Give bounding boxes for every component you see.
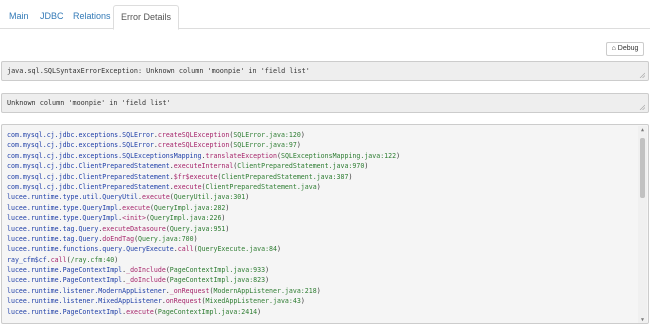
trace-class: lucee.runtime.type.QueryImpl: [7, 214, 119, 223]
trace-source: ClientPreparedStatement.java:970: [237, 162, 365, 171]
trace-source: QueryUtil.java:301: [173, 193, 246, 202]
trace-method: $fr$execute: [173, 172, 218, 181]
tab-bar: Main JDBC Relations Error Details: [0, 0, 650, 30]
trace-class: lucee.runtime.tag.Query: [7, 234, 99, 243]
trace-source: Query.java:700: [138, 234, 194, 243]
stack-trace-line: lucee.runtime.tag.Query.doEndTag(Query.j…: [7, 234, 198, 243]
trace-class: com.mysql.cj.jdbc.ClientPreparedStatemen…: [7, 182, 170, 191]
tab-main[interactable]: Main: [2, 5, 36, 29]
trace-source: /ray.cfm:40: [70, 255, 115, 264]
trace-source: ModernAppListener.java:218: [213, 286, 317, 295]
exception-message-field[interactable]: Unknown column 'moonpie' in 'field list': [1, 93, 649, 113]
trace-method: onRequest: [165, 297, 202, 306]
trace-method: execute: [122, 203, 150, 212]
tab-jdbc[interactable]: JDBC: [33, 5, 71, 29]
exception-type-field[interactable]: java.sql.SQLSyntaxErrorException: Unknow…: [1, 61, 649, 81]
trace-class: lucee.runtime.type.QueryImpl: [7, 203, 119, 212]
scroll-down-icon[interactable]: ▼: [638, 316, 647, 323]
trace-class: com.mysql.cj.jdbc.exceptions.SQLError: [7, 141, 154, 150]
resize-handle-icon[interactable]: [639, 104, 645, 110]
trace-class: lucee.runtime.tag.Query: [7, 224, 99, 233]
stack-trace-line: lucee.runtime.tag.Query.executeDatasoure…: [7, 224, 230, 233]
scroll-thumb[interactable]: [640, 138, 645, 198]
trace-method: _doInclude: [126, 266, 166, 275]
trace-method: executeInternal: [173, 162, 234, 171]
debug-button[interactable]: ⌂ Debug: [606, 42, 644, 56]
stack-trace-line: lucee.runtime.listener.ModernAppListener…: [7, 286, 321, 295]
trace-method: call: [50, 255, 67, 264]
trace-source: MixedAppListener.java:43: [205, 297, 301, 306]
trace-method: createSQLException: [157, 141, 230, 150]
trace-class: ray_cfm$cf: [7, 255, 47, 264]
trace-class: com.mysql.cj.jdbc.exceptions.SQLExceptio…: [7, 151, 202, 160]
trace-class: lucee.runtime.type.util.QueryUtil: [7, 193, 139, 202]
trace-method: call: [177, 245, 194, 254]
exception-message-text: Unknown column 'moonpie' in 'field list': [7, 99, 171, 107]
stack-trace-line: lucee.runtime.PageContextImpl._doInclude…: [7, 276, 270, 285]
stack-trace-line: com.mysql.cj.jdbc.exceptions.SQLError.cr…: [7, 141, 301, 150]
trace-method: execute: [173, 182, 202, 191]
trace-source: PageContextImpl.java:933: [169, 266, 266, 275]
trace-method: translateException: [205, 151, 277, 160]
trace-class: lucee.runtime.listener.ModernAppListener: [7, 286, 166, 295]
stack-trace-line: lucee.runtime.type.QueryImpl.execute(Que…: [7, 203, 230, 212]
stack-trace-line: com.mysql.cj.jdbc.ClientPreparedStatemen…: [7, 182, 321, 191]
trace-class: lucee.runtime.PageContextImpl: [7, 266, 123, 275]
trace-method: <init>: [122, 214, 146, 223]
trace-source: SQLExceptionsMapping.java:122: [280, 151, 397, 160]
tab-error-details[interactable]: Error Details: [113, 5, 180, 30]
stack-trace-line: com.mysql.cj.jdbc.ClientPreparedStatemen…: [7, 162, 369, 171]
trace-class: com.mysql.cj.jdbc.ClientPreparedStatemen…: [7, 162, 170, 171]
trace-source: QueryImpl.java:226: [149, 214, 222, 223]
stack-trace-line: lucee.runtime.PageContextImpl._doInclude…: [7, 266, 270, 275]
stack-trace-line: lucee.runtime.PageContextImpl.execute(Pa…: [7, 307, 262, 316]
stack-trace-field[interactable]: com.mysql.cj.jdbc.exceptions.SQLError.cr…: [1, 124, 649, 324]
stack-trace-line: com.mysql.cj.jdbc.exceptions.SQLExceptio…: [7, 151, 401, 160]
trace-source: ClientPreparedStatement.java:387: [221, 172, 349, 181]
stack-trace-line: com.mysql.cj.jdbc.exceptions.SQLError.cr…: [7, 131, 305, 139]
trace-class: lucee.runtime.PageContextImpl: [7, 276, 123, 285]
trace-source: SQLError.java:97: [233, 141, 297, 150]
trace-method: _onRequest: [169, 286, 210, 295]
scroll-up-icon[interactable]: ▲: [638, 126, 647, 134]
trace-class: com.mysql.cj.jdbc.ClientPreparedStatemen…: [7, 172, 170, 181]
trace-source: QueryExecute.java:84: [197, 245, 277, 254]
trace-method: createSQLException: [157, 131, 230, 139]
trace-method: execute: [142, 193, 170, 202]
trace-source: PageContextImpl.java:823: [169, 276, 266, 285]
stack-trace-line: lucee.runtime.functions.query.QueryExecu…: [7, 245, 281, 254]
trace-method: executeDatasoure: [102, 224, 166, 233]
trace-method: _doInclude: [126, 276, 166, 285]
trace-source: PageContextImpl.java:2414: [157, 307, 258, 316]
trace-method: doEndTag: [102, 234, 135, 243]
trace-class: lucee.runtime.listener.MixedAppListener: [7, 297, 162, 306]
trace-class: lucee.runtime.functions.query.QueryExecu…: [7, 245, 174, 254]
stack-trace-line: lucee.runtime.listener.MixedAppListener.…: [7, 297, 305, 306]
exception-type-text: java.sql.SQLSyntaxErrorException: Unknow…: [7, 67, 310, 75]
stack-trace-line: ray_cfm$cf.call(/ray.cfm:40): [7, 255, 119, 264]
home-icon: ⌂: [611, 45, 616, 52]
stack-trace-list: com.mysql.cj.jdbc.exceptions.SQLError.cr…: [7, 130, 629, 317]
trace-method: execute: [126, 307, 154, 316]
stack-trace-line: lucee.runtime.type.util.QueryUtil.execut…: [7, 193, 250, 202]
tab-relations[interactable]: Relations: [66, 5, 118, 29]
resize-handle-icon[interactable]: [639, 72, 645, 78]
trace-source: ClientPreparedStatement.java: [205, 182, 317, 191]
trace-source: Query.java:951: [169, 224, 226, 233]
trace-source: QueryImpl.java:282: [153, 203, 226, 212]
trace-source: SQLError.java:120: [233, 131, 301, 139]
trace-class: com.mysql.cj.jdbc.exceptions.SQLError: [7, 131, 154, 139]
debug-button-label: Debug: [617, 45, 639, 52]
stack-trace-line: lucee.runtime.type.QueryImpl.<init>(Quer…: [7, 214, 226, 223]
stack-trace-scrollbar[interactable]: ▲ ▼: [638, 126, 647, 323]
stack-trace-line: com.mysql.cj.jdbc.ClientPreparedStatemen…: [7, 172, 353, 181]
trace-class: lucee.runtime.PageContextImpl: [7, 307, 123, 316]
